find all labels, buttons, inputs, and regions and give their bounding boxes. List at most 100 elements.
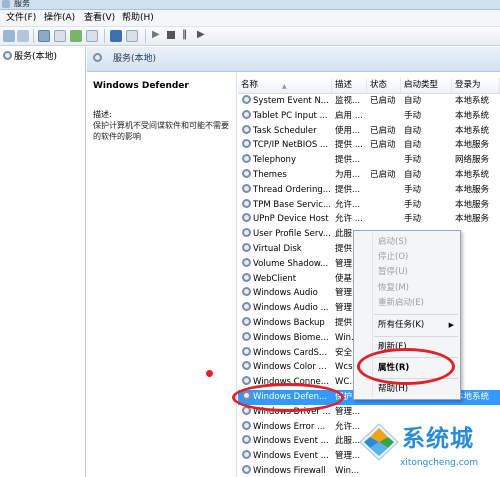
cell-logon-as: 本地服务 <box>455 212 500 226</box>
table-row[interactable]: Themes 为用... 已启动 自动 本地系统 <box>238 168 500 183</box>
cell-name: TPM Base Servic... <box>242 198 330 212</box>
table-row[interactable]: Telephony 提供... 手动 网络服务 <box>238 153 500 168</box>
menu-item-restart[interactable]: 重新启动(E) <box>378 296 458 310</box>
window-title: 服务 <box>14 0 30 8</box>
menu-file[interactable]: 文件(F) <box>4 12 38 24</box>
column-header-name[interactable]: 名称 ▲ <box>238 78 332 94</box>
cell-name-text: Themes <box>253 169 287 180</box>
cell-name-text: System Event N... <box>253 96 329 106</box>
cell-name: Windows Event ... <box>242 434 330 448</box>
menu-item-all-tasks[interactable]: 所有任务(K) ▶ <box>378 318 458 332</box>
cell-name-text: Windows Audio <box>253 288 318 299</box>
cell-description: 为用... <box>335 168 367 182</box>
table-row[interactable]: UPnP Device Host 允许 ... 手动 本地服务 <box>238 212 500 227</box>
cell-name: Windows Biome... <box>242 331 330 345</box>
annotation-circle-properties <box>357 348 455 385</box>
cell-name: Windows Audio ... <box>242 301 330 315</box>
description-text: 保护计算机不受间谍软件和可能不需要的软件的影响 <box>93 121 229 141</box>
column-header-description[interactable]: 描述 <box>332 78 367 94</box>
table-row[interactable]: TCP/IP NetBIOS ... 提供 ... 已启动 自动 本地服务 <box>238 138 500 153</box>
menu-view[interactable]: 查看(V) <box>82 12 117 24</box>
column-header-status[interactable]: 状态 <box>367 78 401 94</box>
gear-icon <box>242 168 251 178</box>
cell-name-text: Windows Audio ... <box>253 303 329 314</box>
cell-logon-as-text: 本地服务 <box>455 214 490 225</box>
cell-name-text: Windows Biome... <box>253 332 329 343</box>
cell-name: Windows Event ... <box>242 449 330 463</box>
stop-service-icon[interactable] <box>167 31 175 39</box>
title-bar: 服务 <box>0 0 500 10</box>
cell-name: TCP/IP NetBIOS ... <box>242 138 330 152</box>
gear-icon <box>242 183 251 193</box>
table-row[interactable]: TPM Base Servic... 允许... 手动 本地服务 <box>238 198 500 213</box>
column-header-logon-as[interactable]: 登录为 <box>452 78 500 94</box>
forward-icon[interactable] <box>17 30 29 42</box>
cell-startup-type-text: 手动 <box>404 199 422 210</box>
cell-description: 允许 ... <box>335 212 367 226</box>
help-icon[interactable] <box>110 30 122 42</box>
cell-name: Virtual Disk <box>242 242 330 256</box>
watermark-logo-icon <box>359 423 399 461</box>
restart-service-icon[interactable]: ▶ <box>197 29 205 40</box>
table-row[interactable]: System Event N... 监视... 已启动 自动 本地系统 <box>238 94 500 109</box>
cell-name: System Event N... <box>242 94 330 108</box>
gear-icon <box>242 287 251 297</box>
cell-description-text: 此服... <box>335 436 361 447</box>
show-tree-icon[interactable] <box>38 30 50 42</box>
cell-description: 启用 ... <box>335 109 367 123</box>
cell-name-text: Windows Event ... <box>253 436 329 447</box>
tree-node-services-local[interactable]: 服务(本地) <box>3 51 57 63</box>
table-row[interactable]: Tablet PC Input ... 启用 ... 手动 本地系统 <box>238 109 500 124</box>
properties-icon[interactable] <box>126 30 138 42</box>
cell-status-text: 已启动 <box>370 140 396 151</box>
menu-separator <box>374 314 458 315</box>
table-row[interactable]: Task Scheduler 使用... 已启动 自动 本地系统 <box>238 124 500 139</box>
cell-startup-type-text: 自动 <box>404 169 422 180</box>
menu-item-stop[interactable]: 停止(O) <box>378 250 458 264</box>
export-list-icon[interactable] <box>86 30 98 42</box>
cell-name-text: Windows Color ... <box>253 362 327 373</box>
cell-name: UPnP Device Host <box>242 212 330 226</box>
gear-icon <box>242 198 251 208</box>
panel-icon[interactable] <box>54 30 66 42</box>
column-header-row: 名称 ▲ 描述 状态 启动类型 登录为 <box>238 78 500 94</box>
cell-startup-type-text: 自动 <box>404 96 422 106</box>
cell-logon-as-text: 本地系统 <box>455 110 490 121</box>
cell-status: 已启动 <box>370 168 402 182</box>
start-service-icon[interactable]: ▶ <box>152 29 160 40</box>
cell-startup-type-text: 手动 <box>404 155 422 166</box>
pane-header: 服务(本地) <box>87 47 500 72</box>
cell-name: Thread Ordering... <box>242 183 330 197</box>
refresh-icon[interactable] <box>70 30 82 42</box>
menu-item-pause[interactable]: 暂停(U) <box>378 265 458 279</box>
cell-description: 监视... <box>335 94 367 108</box>
cell-logon-as: 本地系统 <box>455 168 500 182</box>
service-title: Windows Defender <box>93 81 189 91</box>
cell-description-text: 允许 ... <box>335 214 363 225</box>
cell-logon-as-text: 本地服务 <box>455 140 490 151</box>
cell-logon-as-text: 本地服务 <box>455 184 490 195</box>
column-header-startup-type[interactable]: 启动类型 <box>401 78 452 94</box>
cell-startup-type-text: 自动 <box>404 125 422 136</box>
menu-action[interactable]: 操作(A) <box>42 12 77 24</box>
sort-ascending-icon: ▲ <box>282 83 287 90</box>
cell-startup-type: 自动 <box>404 124 452 138</box>
cell-startup-type-text: 手动 <box>404 184 422 195</box>
menu-item-resume[interactable]: 恢复(M) <box>378 281 458 295</box>
back-icon[interactable] <box>3 30 15 42</box>
table-row[interactable]: Thread Ordering... 提供... 手动 本地服务 <box>238 183 500 198</box>
toolbar-separator <box>145 29 146 43</box>
cell-logon-as: 本地服务 <box>455 183 500 197</box>
pause-service-icon[interactable]: ‖ <box>182 29 187 40</box>
cell-logon-as: 网络服务 <box>455 153 500 167</box>
cell-status: 已启动 <box>370 138 402 152</box>
cell-name: WebClient <box>242 272 330 286</box>
gear-icon <box>242 95 251 104</box>
toolbar-separator <box>33 29 34 43</box>
menu-help[interactable]: 帮助(H) <box>120 12 156 24</box>
cell-description-text: 监视... <box>335 96 361 106</box>
cell-name-text: TPM Base Servic... <box>253 199 330 210</box>
cell-name-text: UPnP Device Host <box>253 214 329 225</box>
menu-item-start[interactable]: 启动(S) <box>378 235 458 249</box>
cell-description: 管理... <box>335 405 367 419</box>
